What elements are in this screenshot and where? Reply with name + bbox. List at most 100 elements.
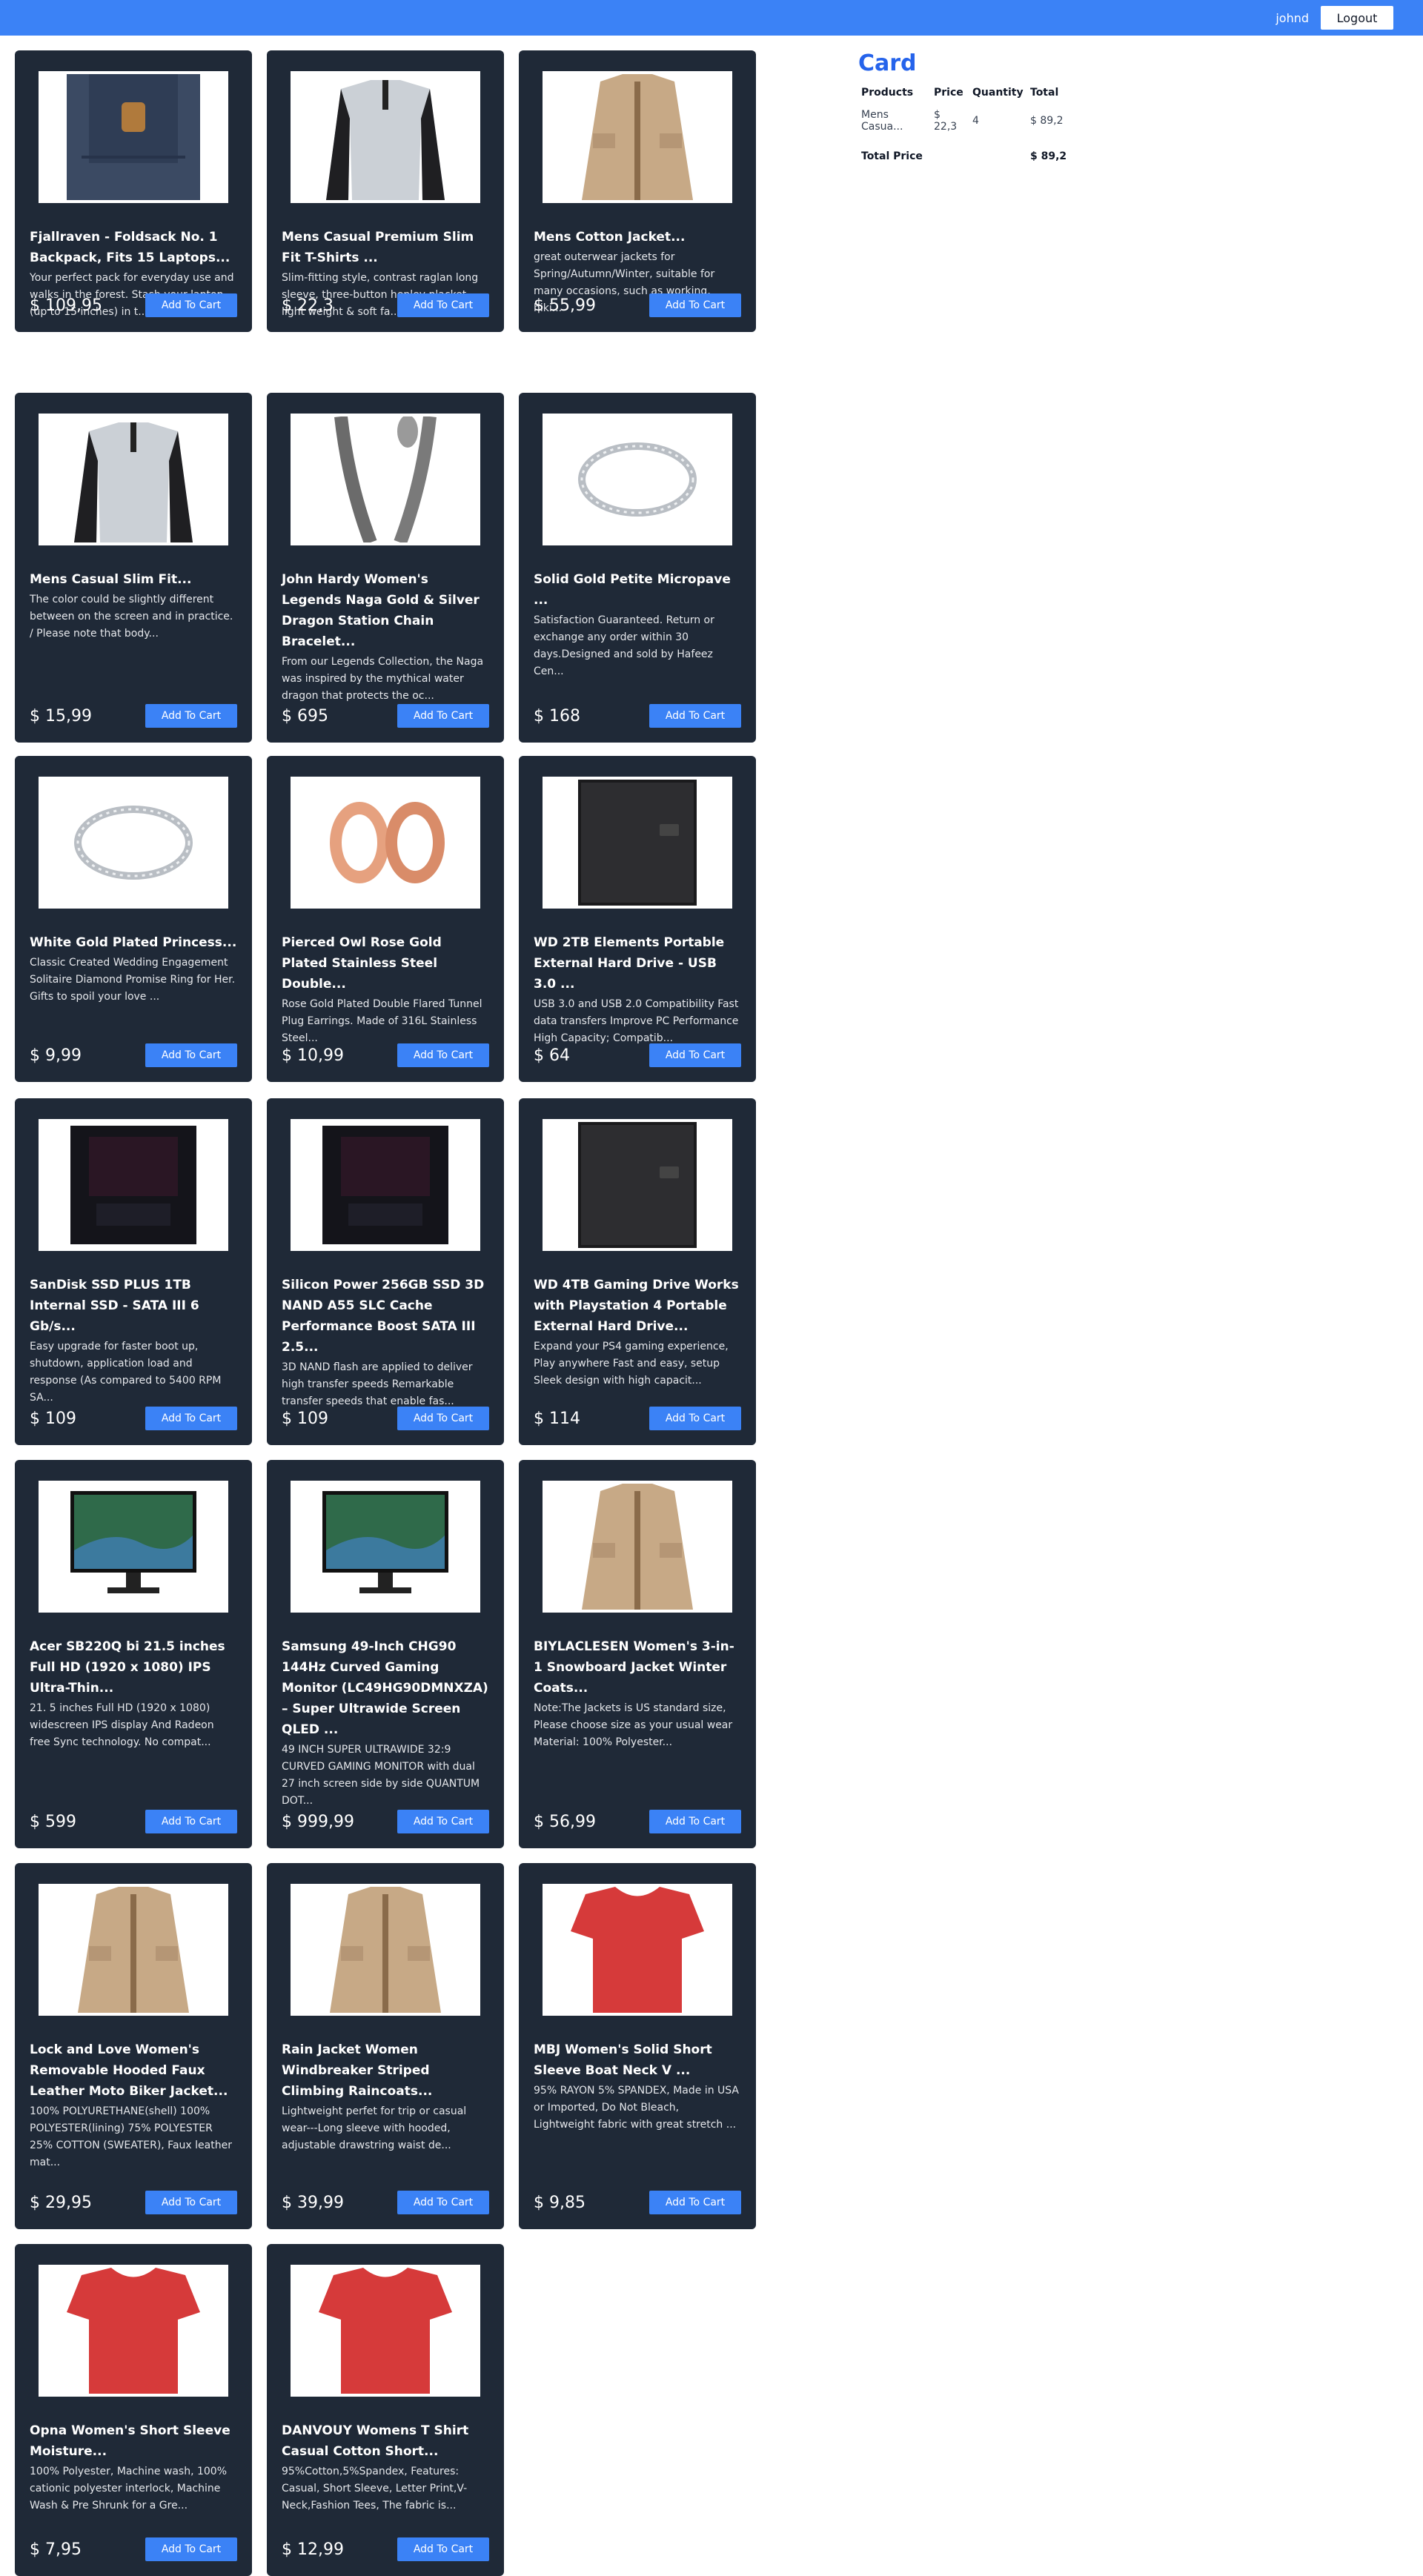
product-footer: $ 114 Add To Cart <box>534 1407 741 1430</box>
product-card: John Hardy Women's Legends Naga Gold & S… <box>267 393 504 743</box>
tshirt-icon <box>543 1884 732 2016</box>
cart-header-row: Products Price Quantity Total <box>858 84 1078 106</box>
product-footer: $ 12,99 Add To Cart <box>282 2537 489 2561</box>
add-to-cart-button[interactable]: Add To Cart <box>397 1810 489 1833</box>
add-to-cart-button[interactable]: Add To Cart <box>397 2537 489 2561</box>
hard-drive-icon <box>543 777 732 909</box>
product-title: Samsung 49-Inch CHG90 144Hz Curved Gamin… <box>282 1639 488 1737</box>
product-price: $ 114 <box>534 1409 580 1428</box>
cart-product-price: $ 22,3 <box>934 109 958 133</box>
add-to-cart-button[interactable]: Add To Cart <box>649 1043 741 1067</box>
product-price: $ 22,3 <box>282 296 334 315</box>
product-price: $ 695 <box>282 706 328 726</box>
cart-product-total: $ 89,2 <box>1030 115 1064 127</box>
product-price: $ 599 <box>30 1812 76 1831</box>
product-title: Mens Casual Slim Fit... <box>30 572 192 587</box>
product-title: Silicon Power 256GB SSD 3D NAND A55 SLC … <box>282 1278 485 1355</box>
add-to-cart-button[interactable]: Add To Cart <box>145 1810 237 1833</box>
ring-icon <box>39 777 228 909</box>
product-description: Lightweight perfet for trip or casual we… <box>282 2105 467 2151</box>
shirt-icon <box>291 71 480 203</box>
product-price: $ 12,99 <box>282 2540 344 2559</box>
product-description: 49 INCH SUPER ULTRAWIDE 32:9 CURVED GAMI… <box>282 1744 480 1807</box>
username-label: johnd <box>1276 10 1309 25</box>
product-card: BIYLACLESEN Women's 3-in-1 Snowboard Jac… <box>519 1460 756 1848</box>
product-title: SanDisk SSD PLUS 1TB Internal SSD - SATA… <box>30 1278 199 1334</box>
product-card: SanDisk SSD PLUS 1TB Internal SSD - SATA… <box>15 1098 252 1445</box>
add-to-cart-button[interactable]: Add To Cart <box>649 704 741 728</box>
jacket-icon <box>291 1884 480 2016</box>
product-footer: $ 7,95 Add To Cart <box>30 2537 237 2561</box>
add-to-cart-button[interactable]: Add To Cart <box>145 293 237 317</box>
product-title: Fjallraven - Foldsack No. 1 Backpack, Fi… <box>30 230 230 265</box>
product-footer: $ 55,99 Add To Cart <box>534 293 741 317</box>
product-card: Mens Casual Slim Fit... The color could b… <box>15 393 252 743</box>
add-to-cart-button[interactable]: Add To Cart <box>145 2191 237 2214</box>
bracelet-icon <box>291 414 480 545</box>
add-to-cart-button[interactable]: Add To Cart <box>397 2191 489 2214</box>
product-description: From our Legends Collection, the Naga wa… <box>282 656 484 702</box>
product-title: John Hardy Women's Legends Naga Gold & S… <box>282 572 480 649</box>
product-footer: $ 695 Add To Cart <box>282 704 489 728</box>
product-card: Solid Gold Petite Micropave ... Satisfact… <box>519 393 756 743</box>
product-price: $ 109 <box>282 1409 328 1428</box>
product-card: Mens Casual Premium Slim Fit T-Shirts ..… <box>267 50 504 332</box>
add-to-cart-button[interactable]: Add To Cart <box>649 293 741 317</box>
product-card: Fjallraven - Foldsack No. 1 Backpack, Fi… <box>15 50 252 332</box>
backpack-icon <box>39 71 228 203</box>
product-description: Satisfaction Guaranteed. Return or excha… <box>534 614 714 677</box>
product-card: Pierced Owl Rose Gold Plated Stainless S… <box>267 756 504 1082</box>
product-description: 100% Polyester, Machine wash, 100% catio… <box>30 2466 227 2512</box>
cart-panel: Card Products Price Quantity Total Mens … <box>858 50 1081 165</box>
jacket-icon <box>39 1884 228 2016</box>
product-footer: $ 9,85 Add To Cart <box>534 2191 741 2214</box>
product-card: White Gold Plated Princess... Classic Cre… <box>15 756 252 1082</box>
product-footer: $ 22,3 Add To Cart <box>282 293 489 317</box>
logout-button[interactable]: Logout <box>1321 6 1393 30</box>
cart-table: Products Price Quantity Total Mens Casua… <box>858 84 1078 165</box>
product-price: $ 109,95 <box>30 296 102 315</box>
ssd-icon <box>291 1119 480 1251</box>
product-card: Lock and Love Women's Removable Hooded F… <box>15 1863 252 2229</box>
product-card: DANVOUY Womens T Shirt Casual Cotton Sho… <box>267 2244 504 2576</box>
product-price: $ 10,99 <box>282 1046 344 1065</box>
add-to-cart-button[interactable]: Add To Cart <box>397 704 489 728</box>
product-footer: $ 109 Add To Cart <box>30 1407 237 1430</box>
add-to-cart-button[interactable]: Add To Cart <box>397 293 489 317</box>
product-price: $ 9,99 <box>30 1046 82 1065</box>
product-title: Solid Gold Petite Micropave ... <box>534 572 731 608</box>
tshirt-icon <box>291 2265 480 2397</box>
add-to-cart-button[interactable]: Add To Cart <box>145 1043 237 1067</box>
add-to-cart-button[interactable]: Add To Cart <box>145 1407 237 1430</box>
add-to-cart-button[interactable]: Add To Cart <box>397 1407 489 1430</box>
product-footer: $ 10,99 Add To Cart <box>282 1043 489 1067</box>
product-price: $ 9,85 <box>534 2193 586 2212</box>
add-to-cart-button[interactable]: Add To Cart <box>649 1407 741 1430</box>
add-to-cart-button[interactable]: Add To Cart <box>649 1810 741 1833</box>
product-description: 21. 5 inches Full HD (1920 x 1080) wides… <box>30 1702 214 1748</box>
add-to-cart-button[interactable]: Add To Cart <box>145 704 237 728</box>
product-footer: $ 15,99 Add To Cart <box>30 704 237 728</box>
product-footer: $ 29,95 Add To Cart <box>30 2191 237 2214</box>
product-description: Rose Gold Plated Double Flared Tunnel Pl… <box>282 998 482 1044</box>
cart-col-products: Products <box>861 87 914 99</box>
product-footer: $ 64 Add To Cart <box>534 1043 741 1067</box>
add-to-cart-button[interactable]: Add To Cart <box>145 2537 237 2561</box>
product-card: Opna Women's Short Sleeve Moisture... 100… <box>15 2244 252 2576</box>
product-title: DANVOUY Womens T Shirt Casual Cotton Sho… <box>282 2423 469 2459</box>
product-title: Acer SB220Q bi 21.5 inches Full HD (1920… <box>30 1639 225 1696</box>
product-description: Note:The Jackets is US standard size, Pl… <box>534 1702 733 1748</box>
product-footer: $ 999,99 Add To Cart <box>282 1810 489 1833</box>
product-title: Rain Jacket Women Windbreaker Striped Cl… <box>282 2042 433 2099</box>
add-to-cart-button[interactable]: Add To Cart <box>649 2191 741 2214</box>
product-card: Silicon Power 256GB SSD 3D NAND A55 SLC … <box>267 1098 504 1445</box>
product-description: The color could be slightly different be… <box>30 594 233 640</box>
product-title: Pierced Owl Rose Gold Plated Stainless S… <box>282 935 442 992</box>
hard-drive-icon <box>543 1119 732 1251</box>
jacket-icon <box>543 71 732 203</box>
cart-total-row: Total Price $ 89,2 <box>858 136 1078 165</box>
add-to-cart-button[interactable]: Add To Cart <box>397 1043 489 1067</box>
product-card: Rain Jacket Women Windbreaker Striped Cl… <box>267 1863 504 2229</box>
product-description: 3D NAND flash are applied to deliver hig… <box>282 1361 473 1407</box>
product-title: White Gold Plated Princess... <box>30 935 237 950</box>
